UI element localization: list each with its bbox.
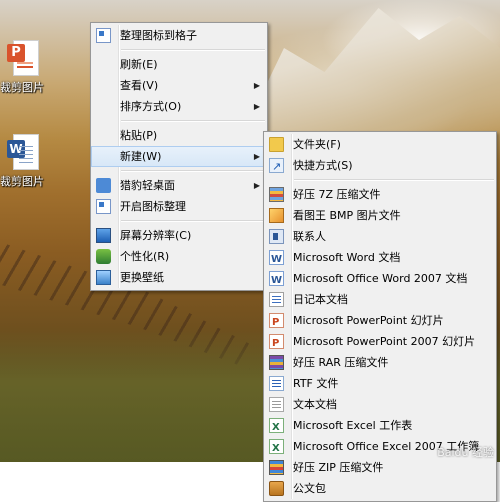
grid-icon: [96, 199, 111, 214]
menu-separator: [121, 220, 265, 222]
text-doc-icon: [269, 397, 284, 412]
menu-item-change-wallpaper[interactable]: 更换壁纸: [91, 267, 267, 288]
new-item-shortcut[interactable]: 快捷方式(S): [264, 155, 496, 177]
new-item-text-document[interactable]: 文本文档: [264, 394, 496, 415]
word-doc-icon: [269, 249, 284, 270]
journal-icon: [269, 292, 284, 307]
menu-separator: [121, 120, 265, 122]
menu-item-new[interactable]: 新建(W) ▶: [91, 146, 267, 167]
new-item-rtf-file[interactable]: RTF 文件: [264, 373, 496, 394]
menu-item-enable-icon-organize[interactable]: 开启图标整理: [91, 196, 267, 217]
new-item-word-2007-document[interactable]: Microsoft Office Word 2007 文档: [264, 268, 496, 291]
zip-archive-icon: [269, 460, 284, 475]
new-item-journal-document[interactable]: 日记本文档: [264, 289, 496, 310]
menu-separator: [121, 49, 265, 51]
menu-item-refresh[interactable]: 刷新(E): [91, 54, 267, 75]
cheetah-icon: [96, 178, 111, 193]
new-item-zip-archive[interactable]: 好压 ZIP 压缩文件: [264, 457, 496, 478]
desktop-icon-word-file[interactable]: W 裁剪图片: [0, 134, 50, 189]
menu-item-paste[interactable]: 粘贴(P): [91, 125, 267, 146]
powerpoint-icon: [269, 333, 284, 354]
word-file-icon: W: [7, 134, 39, 170]
wallpaper-icon: [96, 270, 111, 285]
desktop-icon-label: 裁剪图片: [0, 81, 44, 94]
desktop-icon-label: 裁剪图片: [0, 175, 44, 188]
submenu-arrow-icon: ▶: [253, 102, 260, 111]
new-item-briefcase[interactable]: 公文包: [264, 478, 496, 499]
word-doc-icon: [269, 270, 284, 291]
rtf-icon: [269, 376, 284, 391]
watermark: Baidu 经验: [437, 446, 494, 459]
menu-separator: [121, 170, 265, 172]
menu-item-arrange-icons-grid[interactable]: 整理图标到格子: [91, 25, 267, 46]
new-item-folder[interactable]: 文件夹(F): [264, 134, 496, 155]
excel-icon: [269, 417, 284, 438]
new-item-excel-worksheet[interactable]: Microsoft Excel 工作表: [264, 415, 496, 438]
7z-archive-icon: [269, 187, 284, 202]
new-item-powerpoint[interactable]: Microsoft PowerPoint 幻灯片: [264, 310, 496, 333]
menu-item-sort-by[interactable]: 排序方式(O) ▶: [91, 96, 267, 117]
menu-item-cheetah-desktop[interactable]: 猎豹轻桌面 ▶: [91, 175, 267, 196]
submenu-arrow-icon: ▶: [253, 152, 260, 161]
new-item-contact[interactable]: 联系人: [264, 226, 496, 247]
desktop-icon-powerpoint-file[interactable]: P 裁剪图片: [0, 40, 50, 95]
personalize-icon: [96, 249, 111, 264]
new-item-rar-archive[interactable]: 好压 RAR 压缩文件: [264, 352, 496, 373]
new-item-bmp-image[interactable]: 看图王 BMP 图片文件: [264, 205, 496, 226]
rar-archive-icon: [269, 355, 284, 370]
grid-icon: [96, 28, 111, 43]
menu-item-personalize[interactable]: 个性化(R): [91, 246, 267, 267]
menu-item-screen-resolution[interactable]: 屏幕分辨率(C): [91, 225, 267, 246]
powerpoint-icon: [269, 312, 284, 333]
folder-icon: [269, 137, 284, 152]
menu-separator: [294, 179, 494, 181]
bmp-image-icon: [269, 208, 284, 223]
new-item-word-document[interactable]: Microsoft Word 文档: [264, 247, 496, 270]
excel-icon: [269, 438, 284, 459]
shortcut-icon: [269, 156, 284, 177]
new-item-powerpoint-2007[interactable]: Microsoft PowerPoint 2007 幻灯片: [264, 331, 496, 354]
new-item-7z-archive[interactable]: 好压 7Z 压缩文件: [264, 184, 496, 205]
briefcase-icon: [269, 481, 284, 496]
submenu-arrow-icon: ▶: [253, 81, 260, 90]
desktop-context-menu: 整理图标到格子 刷新(E) 查看(V) ▶ 排序方式(O) ▶ 粘贴(P) 新建…: [90, 22, 268, 291]
powerpoint-file-icon: P: [7, 40, 39, 76]
monitor-icon: [96, 228, 111, 243]
submenu-arrow-icon: ▶: [253, 181, 260, 190]
menu-item-view[interactable]: 查看(V) ▶: [91, 75, 267, 96]
contact-icon: [269, 229, 284, 244]
